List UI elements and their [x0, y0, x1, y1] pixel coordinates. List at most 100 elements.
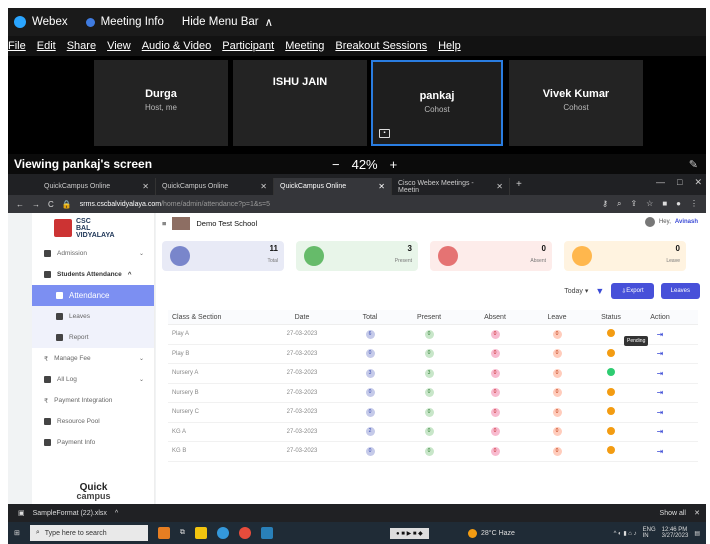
pending-icon[interactable] [607, 329, 615, 338]
close-icon[interactable]: ✕ [260, 182, 267, 191]
browser-tab[interactable]: QuickCampus Online ✕ [38, 178, 156, 195]
participant-tile[interactable]: Durga Host, me [94, 60, 228, 146]
participant-tile-active[interactable]: pankaj Cohost ▪ [371, 60, 503, 146]
menu-help[interactable]: Help [438, 40, 461, 52]
total-count: 0 [365, 349, 375, 359]
language-indicator[interactable]: ENG IN [643, 527, 656, 539]
participant-tile[interactable]: ISHU JAIN [233, 60, 367, 146]
sidebar-item-resource-pool[interactable]: Resource Pool [32, 411, 154, 432]
star-icon[interactable]: ☆ [646, 199, 653, 209]
pending-icon[interactable] [607, 407, 615, 416]
open-attendance-icon[interactable]: ⇥ [657, 330, 664, 339]
profile-icon[interactable]: ● [676, 199, 681, 209]
menu-meeting[interactable]: Meeting [285, 40, 324, 52]
maximize-icon[interactable]: □ [677, 177, 682, 188]
participant-tile[interactable]: Vivek Kumar Cohost [509, 60, 643, 146]
sidebar-item-manage-fee[interactable]: ₹ Manage Fee ⌄ [32, 348, 154, 369]
sidebar-item-report[interactable]: Report [32, 327, 154, 348]
pending-icon[interactable] [607, 348, 615, 357]
menu-view[interactable]: View [107, 40, 131, 52]
close-window-icon[interactable]: ✕ [694, 177, 702, 188]
open-attendance-icon[interactable]: ⇥ [657, 447, 664, 456]
windows-start-icon[interactable]: ⊞ [14, 529, 20, 537]
sidebar-item-admission[interactable]: Admission ⌄ [32, 243, 154, 264]
leaves-button[interactable]: Leaves [660, 283, 700, 299]
menu-edit[interactable]: Edit [37, 40, 56, 52]
leave-count: 0 [552, 446, 562, 456]
sidebar-item-payment-integration[interactable]: ₹ Payment Integration [32, 390, 154, 411]
open-attendance-icon[interactable]: ⇥ [657, 369, 664, 378]
new-tab-icon[interactable]: + [516, 179, 522, 190]
check-circle-icon[interactable] [607, 368, 615, 377]
sidebar-item-all-log[interactable]: All Log ⌄ [32, 369, 154, 390]
menu-participant[interactable]: Participant [222, 40, 274, 52]
open-attendance-icon[interactable]: ⇥ [657, 388, 664, 397]
close-icon[interactable]: ✕ [694, 509, 700, 517]
chrome-icon[interactable] [238, 527, 251, 539]
extension-icon[interactable]: ■ [662, 199, 667, 209]
sidebar-item-label: Manage Fee [54, 355, 91, 362]
sidebar-item-attendance[interactable]: Attendance [32, 285, 154, 306]
check-icon [56, 292, 63, 299]
table-header: Class & Section Date Total Present Absen… [168, 310, 698, 325]
total-count: 0 [365, 388, 375, 398]
meeting-controls[interactable]: ● ■ ▶ ■ ◆ [390, 527, 429, 539]
forward-icon[interactable]: → [32, 200, 40, 209]
share-icon[interactable]: ⇪ [630, 199, 637, 209]
filter-icon[interactable]: ▼ [595, 286, 604, 296]
reload-icon[interactable]: C [48, 200, 54, 209]
pending-icon[interactable] [607, 446, 615, 455]
date-filter-select[interactable]: Today ▾ [564, 287, 588, 295]
webex-app-menu[interactable]: Webex [14, 16, 68, 28]
back-icon[interactable]: ← [16, 200, 24, 209]
zoom-out-button[interactable]: − [332, 157, 340, 172]
sidebar-item-students-attendance[interactable]: Students Attendance ^ [32, 264, 154, 285]
chevron-up-icon[interactable]: ^ [115, 510, 118, 517]
tray-icons[interactable]: ^ ◐ ▮ ⌂ ♪ [614, 530, 637, 537]
menu-audio-video[interactable]: Audio & Video [142, 40, 212, 52]
pending-icon[interactable] [607, 426, 615, 435]
menu-icon[interactable]: ⋮ [690, 199, 698, 209]
taskbar-app-icon[interactable] [157, 527, 170, 539]
system-tray: ^ ◐ ▮ ⌂ ♪ ENG IN 12:46 PM 3/27/2023 ▤ [614, 527, 700, 539]
absent-card: 0 Absent [430, 241, 552, 271]
taskbar-search[interactable]: ⌕ Type here to search [29, 525, 148, 541]
user-menu[interactable]: Hey, Avinash [644, 217, 698, 227]
hide-menu-bar-button[interactable]: Hide Menu Bar ∧ [182, 15, 273, 29]
show-all-button[interactable]: Show all [660, 510, 686, 517]
browser-tab[interactable]: Cisco Webex Meetings - Meetin ✕ [392, 178, 510, 195]
key-icon[interactable]: ⚷ [602, 199, 608, 209]
vscode-icon[interactable] [260, 527, 273, 539]
meeting-info-button[interactable]: Meeting Info [85, 16, 164, 28]
browser-tab-active[interactable]: QuickCampus Online ✕ [274, 178, 392, 195]
url-field[interactable]: srms.cscbalvidyalaya.com/home/admin/atte… [80, 201, 270, 208]
menu-file[interactable]: File [8, 40, 26, 52]
minimize-icon[interactable]: — [656, 177, 665, 188]
pending-icon[interactable] [607, 387, 615, 396]
export-button[interactable]: ⇩ Export [611, 283, 654, 299]
participant-name: ISHU JAIN [272, 76, 328, 88]
download-item[interactable]: SampleFormat (22).xlsx [33, 510, 107, 517]
sidebar-item-leaves[interactable]: Leaves [32, 306, 154, 327]
sidebar-item-payment-info[interactable]: Payment Info [32, 432, 154, 453]
notification-icon[interactable]: ▤ [694, 530, 700, 537]
close-icon[interactable]: ✕ [142, 182, 149, 191]
open-attendance-icon[interactable]: ⇥ [657, 349, 664, 358]
close-icon[interactable]: ✕ [378, 182, 385, 191]
zoom-in-button[interactable]: + [390, 157, 398, 172]
open-attendance-icon[interactable]: ⇥ [657, 427, 664, 436]
close-icon[interactable]: ✕ [496, 182, 503, 191]
file-explorer-icon[interactable] [194, 527, 207, 539]
present-cell: 0 [394, 349, 464, 359]
open-attendance-icon[interactable]: ⇥ [657, 408, 664, 417]
clock[interactable]: 12:46 PM 3/27/2023 [662, 527, 689, 539]
zoom-icon[interactable]: ⌕ [617, 199, 621, 209]
edge-icon[interactable] [216, 527, 229, 539]
menu-toggle-icon[interactable]: ≡ [162, 219, 166, 228]
task-view-icon[interactable]: ⧉ [180, 529, 185, 537]
menu-share[interactable]: Share [67, 40, 96, 52]
browser-tab[interactable]: QuickCampus Online ✕ [156, 178, 274, 195]
weather-widget[interactable]: 28°C Haze [468, 528, 515, 538]
menu-breakout-sessions[interactable]: Breakout Sessions [335, 40, 427, 52]
annotate-icon[interactable]: ✎ [689, 158, 698, 171]
